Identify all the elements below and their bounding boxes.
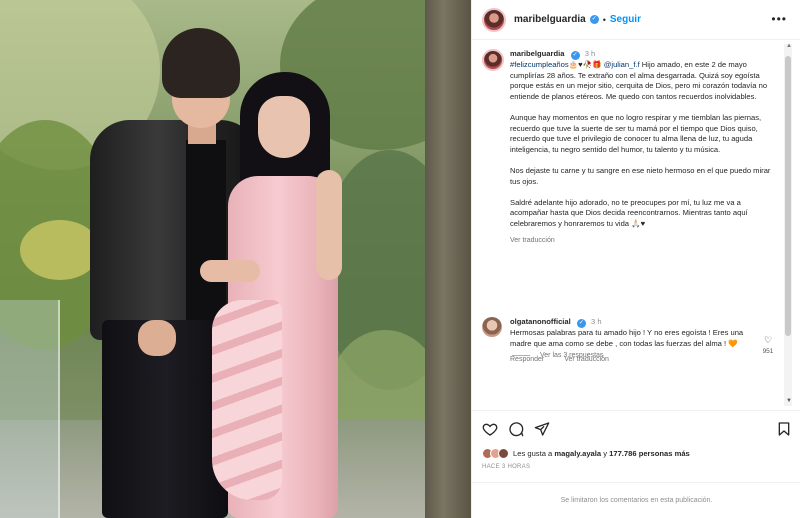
caption-paragraph-2: Aunque hay momentos en que no logro resp… xyxy=(510,112,762,154)
share-icon[interactable] xyxy=(534,421,550,437)
commenter-verified-badge-icon: ✓ xyxy=(576,319,586,328)
author-avatar[interactable] xyxy=(482,7,506,32)
view-replies-link[interactable]: Ver las 3 respuestas xyxy=(512,352,603,359)
caption-time: 3 h xyxy=(584,49,596,58)
post-photo xyxy=(0,0,471,518)
heart-icon[interactable] xyxy=(482,421,498,437)
likes-middle: y xyxy=(601,449,610,458)
caption-username[interactable]: maribelguardia xyxy=(510,49,564,58)
post-header: maribelguardia ✓ • Seguir ••• xyxy=(472,0,800,40)
post-caption: maribelguardia ✓ 3 h #felizcumpleaños🎂♥🥀… xyxy=(482,49,772,247)
likes-summary: Les gusta a magaly.ayala y 177.786 perso… xyxy=(482,448,690,459)
liker-avatar xyxy=(498,448,509,459)
verified-badge-icon: ✓ xyxy=(589,15,599,24)
replies-divider xyxy=(512,355,530,356)
scrollbar-thumb[interactable] xyxy=(785,56,791,336)
comment-like-count: 951 xyxy=(762,348,774,355)
follow-button[interactable]: Seguir xyxy=(610,14,641,25)
likes-count-link[interactable]: 177.786 personas más xyxy=(609,449,690,458)
bookmark-icon[interactable] xyxy=(776,421,792,437)
view-replies-label: Ver las 3 respuestas xyxy=(540,352,604,359)
caption-paragraph-3: Nos dejaste tu carne y tu sangre en ese … xyxy=(510,165,771,186)
caption-author-avatar[interactable] xyxy=(482,49,504,71)
likes-user-link[interactable]: magaly.ayala xyxy=(554,449,601,458)
post-time-ago[interactable]: HACE 3 HORAS xyxy=(482,464,530,470)
comment-like-heart-icon[interactable]: ♡ xyxy=(758,335,778,346)
scroll-down-arrow-icon[interactable]: ▼ xyxy=(786,398,792,404)
caption-mention[interactable]: @julian_f.f xyxy=(604,60,640,69)
caption-translate-link[interactable]: Ver traducción xyxy=(510,236,772,247)
comment-time: 3 h xyxy=(591,317,602,326)
caption-hashtag[interactable]: #felizcumpleaños xyxy=(510,60,569,69)
post-side-panel: maribelguardia ✓ • Seguir ••• maribelgua… xyxy=(471,0,800,518)
comment-icon[interactable] xyxy=(508,421,524,437)
author-username[interactable]: maribelguardia xyxy=(514,14,586,25)
commenter-avatar[interactable] xyxy=(482,317,502,337)
scroll-up-arrow-icon[interactable]: ▲ xyxy=(786,43,792,49)
separator-dot: • xyxy=(602,14,606,25)
likes-prefix: Les gusta a xyxy=(513,449,555,458)
caption-paragraph-4: Saldré adelante hijo adorado, no te preo… xyxy=(510,197,748,228)
post-action-bar xyxy=(472,410,800,444)
caption-verified-badge-icon: ✓ xyxy=(570,51,580,60)
comment-text: Hermosas palabras para tu amado hijo ! Y… xyxy=(510,328,744,348)
caption-emojis: 🎂♥🥀🎁 xyxy=(568,60,602,69)
commenter-username[interactable]: olgatanonofficial xyxy=(510,317,571,326)
more-options-icon[interactable]: ••• xyxy=(771,12,787,26)
comments-limited-notice: Se limitaron los comentarios en esta pub… xyxy=(472,482,800,518)
